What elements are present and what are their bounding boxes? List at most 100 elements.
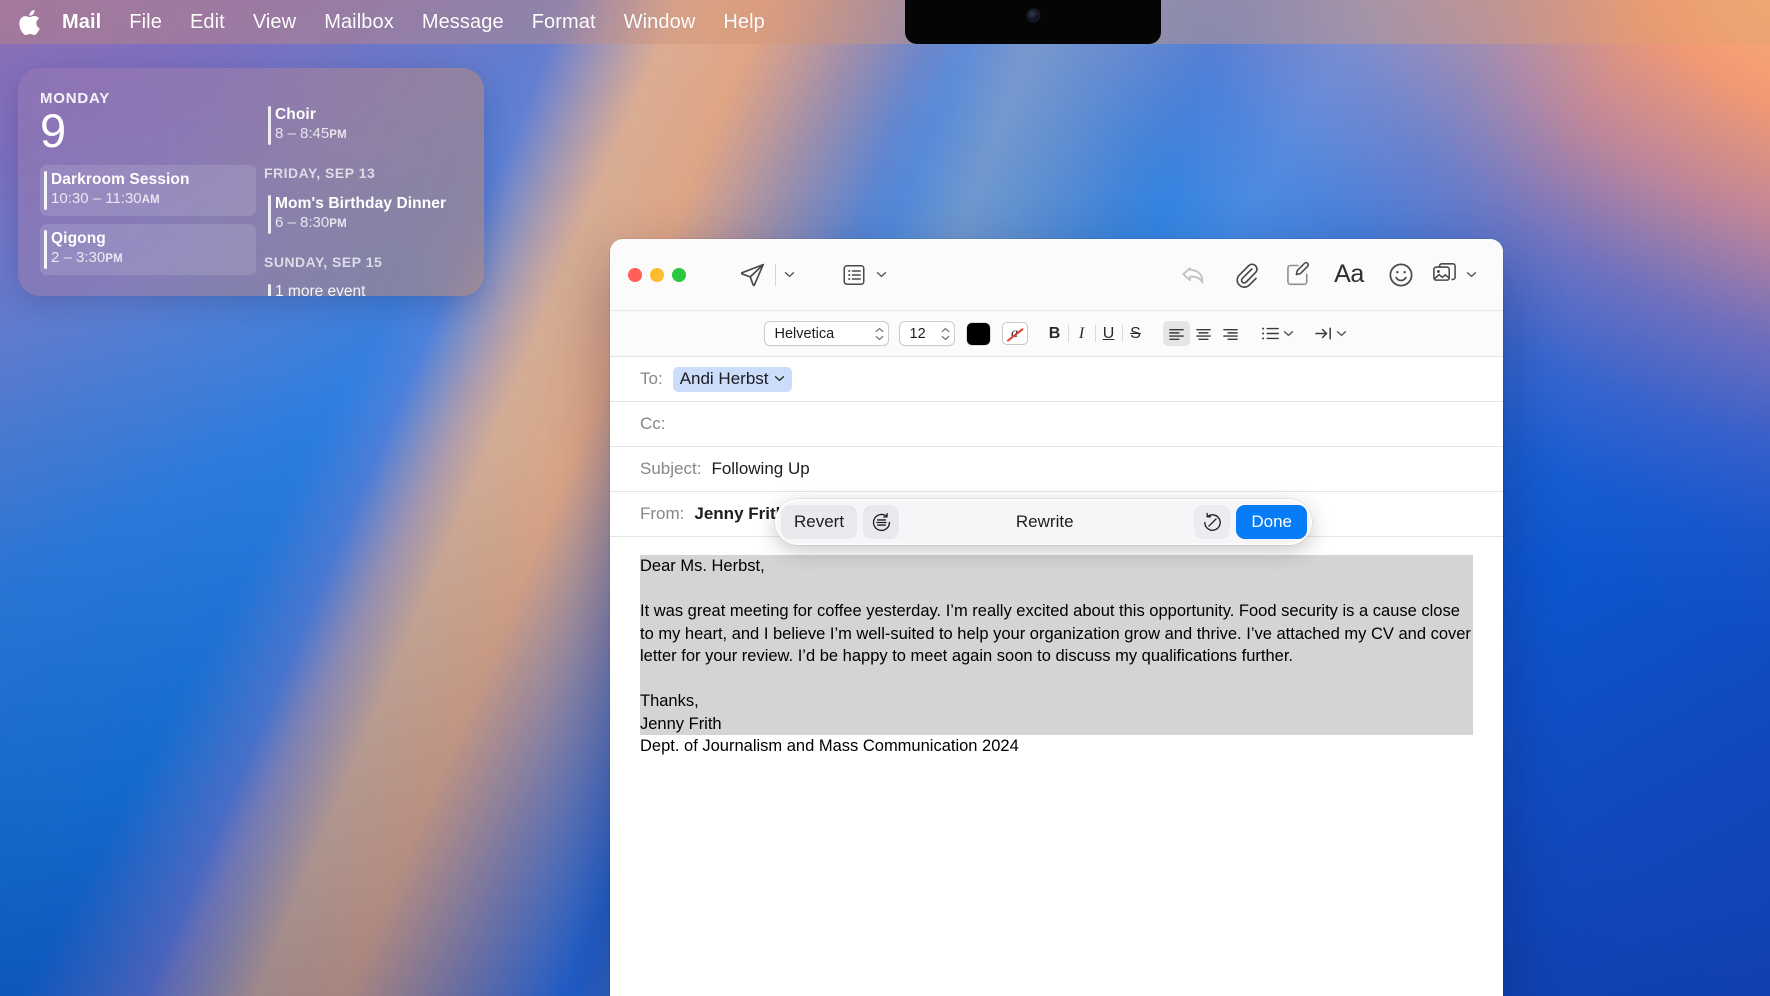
- align-left-button[interactable]: [1162, 321, 1190, 346]
- text-color-swatch[interactable]: [966, 322, 990, 345]
- markup-button[interactable]: [1271, 257, 1323, 293]
- bold-button[interactable]: B: [1042, 321, 1068, 347]
- rewrite-popover: Revert Rewrite Done: [775, 499, 1312, 545]
- menu-item-file[interactable]: File: [115, 9, 176, 36]
- calendar-event-title: Qigong: [51, 230, 106, 247]
- list-style-button[interactable]: [1258, 321, 1297, 346]
- header-fields-button[interactable]: [837, 257, 871, 293]
- calendar-day-number: 9: [40, 104, 66, 157]
- font-family-value: Helvetica: [774, 325, 835, 342]
- window-controls: [628, 267, 686, 282]
- reply-button[interactable]: [1167, 257, 1219, 293]
- revert-button[interactable]: Revert: [781, 505, 858, 539]
- calendar-more-events-label: 1 more event: [275, 283, 366, 296]
- compose-toolbar: Aa: [610, 239, 1503, 311]
- align-right-button[interactable]: [1217, 321, 1244, 346]
- rewritten-text-selection[interactable]: Dear Ms. Herbst, It was great meeting fo…: [640, 555, 1473, 735]
- attach-button[interactable]: [1219, 257, 1271, 293]
- close-button[interactable]: [628, 267, 642, 282]
- calendar-event-time: 10:30 – 11:30AM: [51, 189, 248, 210]
- highlight-color-button[interactable]: a: [1001, 322, 1028, 345]
- font-family-select[interactable]: Helvetica: [763, 321, 889, 346]
- calendar-event-choir[interactable]: Choir 8 – 8:45PM: [264, 100, 466, 151]
- menu-item-format[interactable]: Format: [518, 9, 610, 36]
- display-notch: [905, 0, 1161, 44]
- popover-title: Rewrite: [1015, 512, 1074, 531]
- body-blank-line: [640, 578, 1473, 601]
- calendar-event-moms-birthday-dinner[interactable]: Mom's Birthday Dinner 6 – 8:30PM: [264, 189, 466, 240]
- desktop: Mail File Edit View Mailbox Message Form…: [0, 0, 1770, 996]
- calendar-event-time-ampm: PM: [329, 129, 347, 141]
- message-body[interactable]: Dear Ms. Herbst, It was great meeting fo…: [610, 537, 1503, 996]
- italic-button[interactable]: I: [1069, 321, 1095, 347]
- strikethrough-button[interactable]: S: [1123, 321, 1149, 347]
- toolbar-divider: [775, 263, 776, 286]
- chevron-down-icon: [1283, 331, 1293, 337]
- photos-caret-icon[interactable]: [1461, 271, 1481, 278]
- recipient-name: Andi Herbst: [679, 368, 769, 388]
- calendar-event-time-ampm: PM: [329, 218, 347, 230]
- menu-item-edit[interactable]: Edit: [176, 9, 239, 36]
- calendar-widget[interactable]: MONDAY 9 Darkroom Session 10:30 – 11:30A…: [18, 68, 484, 296]
- calendar-event-title: Choir: [275, 106, 316, 123]
- calendar-event-time-range: 6 – 8:30: [275, 214, 330, 231]
- from-field-value: Jenny Frith: [694, 504, 787, 523]
- to-field-row[interactable]: To: Andi Herbst: [610, 357, 1503, 402]
- menu-item-mail[interactable]: Mail: [48, 9, 115, 36]
- to-field-label: To:: [640, 369, 663, 388]
- recipient-token-andi-herbst[interactable]: Andi Herbst: [672, 366, 792, 392]
- calendar-upcoming-column: Choir 8 – 8:45PM FRIDAY, SEP 13 Mom's Bi…: [264, 90, 466, 296]
- font-size-select[interactable]: 12: [898, 321, 955, 346]
- menu-item-message[interactable]: Message: [408, 9, 518, 36]
- redo-circle-icon[interactable]: [1194, 505, 1231, 539]
- done-button[interactable]: Done: [1236, 505, 1307, 539]
- rewrite-lines-icon[interactable]: [863, 505, 900, 539]
- calendar-event-time-range: 10:30 – 11:30: [51, 190, 142, 207]
- calendar-event-time: 8 – 8:45PM: [275, 124, 458, 145]
- calendar-event-title: Mom's Birthday Dinner: [275, 195, 447, 212]
- photos-button[interactable]: [1427, 257, 1461, 293]
- apple-logo-icon[interactable]: [12, 2, 46, 42]
- format-button[interactable]: Aa: [1323, 257, 1375, 293]
- calendar-event-time: 2 – 3:30PM: [51, 248, 248, 269]
- calendar-event-time-ampm: PM: [105, 253, 123, 265]
- mail-compose-window: Aa Helvetica 12 B I U S To: Andi Herbst …: [610, 239, 1503, 996]
- chevron-down-icon: [774, 376, 784, 382]
- calendar-today-column: MONDAY 9 Darkroom Session 10:30 – 11:30A…: [40, 90, 264, 280]
- align-center-button[interactable]: [1190, 321, 1217, 346]
- minimize-button[interactable]: [650, 267, 664, 282]
- menu-item-view[interactable]: View: [239, 9, 310, 36]
- subject-field-value: Following Up: [711, 459, 810, 478]
- emoji-button[interactable]: [1375, 257, 1427, 293]
- header-fields-caret-icon[interactable]: [871, 271, 891, 278]
- underline-button[interactable]: U: [1096, 321, 1122, 347]
- chevron-down-icon: [1336, 331, 1346, 337]
- calendar-event-title: Darkroom Session: [51, 171, 190, 188]
- indent-button[interactable]: [1311, 321, 1350, 346]
- cc-field-label: Cc:: [640, 414, 666, 433]
- calendar-event-qigong[interactable]: Qigong 2 – 3:30PM: [40, 224, 256, 275]
- zoom-button[interactable]: [672, 267, 686, 282]
- font-size-stepper-icon: [937, 327, 950, 341]
- formatting-toolbar: Helvetica 12 a B I: [610, 311, 1503, 357]
- body-greeting: Dear Ms. Herbst,: [640, 557, 765, 575]
- camera-icon: [1027, 10, 1039, 21]
- body-credential: Dept. of Journalism and Mass Communicati…: [640, 737, 1019, 755]
- cc-field-row[interactable]: Cc:: [610, 402, 1503, 447]
- calendar-more-events[interactable]: 1 more event: [264, 278, 466, 296]
- menu-bar: Mail File Edit View Mailbox Message Form…: [0, 0, 1770, 44]
- font-family-stepper-icon: [871, 327, 884, 341]
- font-size-value: 12: [909, 325, 926, 342]
- calendar-event-darkroom-session[interactable]: Darkroom Session 10:30 – 11:30AM: [40, 165, 256, 216]
- menu-item-mailbox[interactable]: Mailbox: [310, 9, 408, 36]
- send-button[interactable]: [732, 257, 772, 293]
- subject-field-row[interactable]: Subject: Following Up: [610, 447, 1503, 492]
- body-signoff: Thanks,: [640, 692, 699, 710]
- from-field-label: From:: [640, 504, 685, 523]
- calendar-section-heading-friday: FRIDAY, SEP 13: [264, 165, 376, 181]
- body-paragraph: It was great meeting for coffee yesterda…: [640, 602, 1471, 665]
- menu-item-help[interactable]: Help: [709, 9, 779, 36]
- body-signer: Jenny Frith: [640, 714, 722, 733]
- send-options-caret-icon[interactable]: [779, 271, 799, 278]
- menu-item-window[interactable]: Window: [610, 9, 710, 36]
